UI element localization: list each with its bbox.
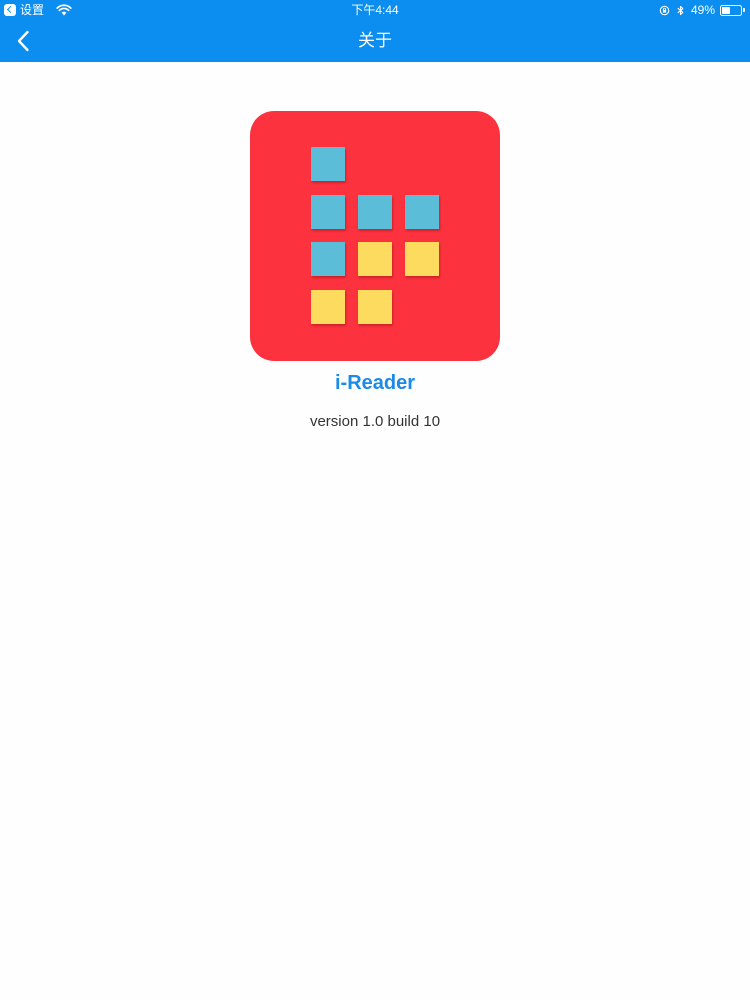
- logo-tile: [311, 290, 345, 324]
- status-bar: 设置 下午4:44 49%: [0, 0, 750, 20]
- battery-level: [722, 6, 730, 14]
- logo-tile: [358, 242, 392, 276]
- rotation-lock-icon: [659, 5, 670, 15]
- logo-tile: [358, 195, 392, 229]
- bluetooth-icon: [677, 5, 684, 15]
- top-bar: 设置 下午4:44 49% 关于: [0, 0, 750, 62]
- status-time: 下午4:44: [351, 3, 399, 17]
- nav-bar: 关于: [0, 20, 750, 62]
- logo-tile: [405, 242, 439, 276]
- logo-tile: [311, 195, 345, 229]
- status-right: 49%: [659, 0, 745, 20]
- page-title: 关于: [358, 31, 392, 50]
- app-logo: [250, 111, 500, 361]
- battery-percent: 49%: [690, 3, 715, 17]
- logo-tile: [358, 290, 392, 324]
- logo-tile: [311, 147, 345, 181]
- app-version: version 1.0 build 10: [309, 413, 441, 430]
- battery-icon: [720, 4, 745, 16]
- about-screen: 设置 下午4:44 49% 关于 i-Reader version 1.0 bu…: [0, 0, 750, 1000]
- logo-tile: [311, 242, 345, 276]
- app-name: i-Reader: [334, 372, 416, 394]
- logo-tile: [405, 195, 439, 229]
